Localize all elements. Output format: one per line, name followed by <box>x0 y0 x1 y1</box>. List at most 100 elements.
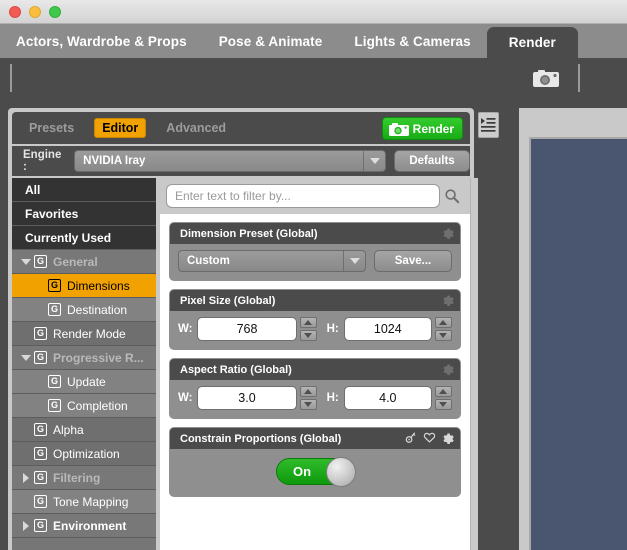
sidebar-item-label: Destination <box>67 302 128 317</box>
pixel-height-input[interactable]: 1024 <box>343 317 432 341</box>
stepper-up-icon[interactable] <box>299 317 317 328</box>
sidebar-item-favorites[interactable]: Favorites <box>12 202 156 226</box>
pixel-width-input[interactable]: 768 <box>197 317 297 341</box>
close-window-button[interactable] <box>9 5 21 18</box>
dimension-preset-select[interactable]: Custom <box>178 250 366 272</box>
engine-value: NVIDIA Iray <box>83 155 146 167</box>
twisty-right-icon[interactable] <box>20 520 32 531</box>
magnifier-icon[interactable] <box>440 188 464 204</box>
sidebar-item-currently-used[interactable]: Currently Used <box>12 226 156 250</box>
app-window: Actors, Wardrobe & Props Pose & Animate … <box>0 0 627 550</box>
group-body: On <box>170 449 460 496</box>
group-header: Dimension Preset (Global) <box>170 223 460 244</box>
gear-icon[interactable] <box>441 226 454 242</box>
chevron-down-icon[interactable] <box>363 151 385 171</box>
aspect-width-stepper[interactable] <box>299 386 317 410</box>
sidebar-item-destination[interactable]: G Destination <box>12 298 156 322</box>
group-body: W: 3.0 H: 4.0 <box>170 380 460 418</box>
twisty-down-icon[interactable] <box>20 354 32 361</box>
pixel-width-stepper[interactable] <box>299 317 317 341</box>
sidebar-item-completion[interactable]: G Completion <box>12 394 156 418</box>
pane-tab-advanced[interactable]: Advanced <box>162 119 230 137</box>
gear-icon[interactable] <box>441 431 454 447</box>
sidebar-item-label: Completion <box>67 398 128 413</box>
sidebar-item-label: Tone Mapping <box>53 494 129 509</box>
sidebar-item-label: All <box>25 182 41 197</box>
sidebar-item-label: Progressive R... <box>53 350 144 365</box>
viewport-pane <box>519 108 627 550</box>
filter-input[interactable]: Enter text to filter by... <box>166 184 440 208</box>
key-icon[interactable] <box>405 431 418 447</box>
sidebar-item-label: Environment <box>53 518 127 533</box>
sidebar-item-update[interactable]: G Update <box>12 370 156 394</box>
tab-lights-cameras[interactable]: Lights & Cameras <box>338 24 486 58</box>
stepper-down-icon[interactable] <box>299 330 317 341</box>
group-header: Constrain Proportions (Global) <box>170 428 460 449</box>
twisty-right-icon[interactable] <box>20 472 32 483</box>
tab-pose-animate[interactable]: Pose & Animate <box>203 24 339 58</box>
sidebar-item-alpha[interactable]: G Alpha <box>12 418 156 442</box>
engine-select[interactable]: NVIDIA Iray <box>74 150 386 172</box>
pane-tab-editor[interactable]: Editor <box>94 118 147 138</box>
twisty-down-icon[interactable] <box>20 258 32 265</box>
pane-options-icon[interactable] <box>478 112 499 138</box>
aspect-height-input[interactable]: 4.0 <box>343 386 432 410</box>
sidebar-item-label: Dimensions <box>67 278 130 293</box>
toolbar-divider-left <box>10 64 12 92</box>
engine-label: Engine : <box>23 149 62 173</box>
aspect-height-stepper[interactable] <box>434 386 452 410</box>
node-icon: G <box>48 375 61 388</box>
render-settings-pane: Presets Editor Advanced Render Engine: … <box>8 108 478 550</box>
toolbar-divider-right <box>578 64 580 92</box>
group-header: Aspect Ratio (Global) <box>170 359 460 380</box>
sidebar-item-dimensions[interactable]: G Dimensions <box>12 274 156 298</box>
render-button[interactable]: Render <box>382 117 463 140</box>
minimize-window-button[interactable] <box>29 5 41 18</box>
sidebar-item-optimization[interactable]: G Optimization <box>12 442 156 466</box>
toggle-knob[interactable] <box>326 457 356 487</box>
sidebar-item-progressive-rendering[interactable]: G Progressive R... <box>12 346 156 370</box>
render-viewport[interactable] <box>529 137 627 550</box>
sidebar-item-all[interactable]: All <box>12 178 156 202</box>
heart-icon[interactable] <box>423 431 436 447</box>
group-constrain-proportions: Constrain Proportions (Global) On <box>169 427 461 497</box>
stepper-up-icon[interactable] <box>299 386 317 397</box>
camera-icon[interactable] <box>533 68 559 88</box>
sidebar-item-general[interactable]: G General <box>12 250 156 274</box>
defaults-button[interactable]: Defaults <box>394 150 470 172</box>
aspect-width-input[interactable]: 3.0 <box>197 386 297 410</box>
sidebar-item-render-mode[interactable]: G Render Mode <box>12 322 156 346</box>
tab-render[interactable]: Render <box>486 27 578 58</box>
sidebar-item-filtering[interactable]: G Filtering <box>12 466 156 490</box>
group-body: W: 768 H: 1024 <box>170 311 460 349</box>
pane-tab-bar: Presets Editor Advanced Render <box>12 112 470 144</box>
pixel-height-stepper[interactable] <box>434 317 452 341</box>
stepper-up-icon[interactable] <box>434 386 452 397</box>
stepper-down-icon[interactable] <box>434 330 452 341</box>
pixel-width-label: W: <box>178 323 193 335</box>
constrain-proportions-toggle[interactable]: On <box>276 457 356 487</box>
group-title: Pixel Size (Global) <box>180 294 276 307</box>
pixel-height-label: H: <box>326 323 339 335</box>
tab-actors-wardrobe-props[interactable]: Actors, Wardrobe & Props <box>0 24 203 58</box>
gear-icon[interactable] <box>441 362 454 378</box>
stepper-up-icon[interactable] <box>434 317 452 328</box>
chevron-down-icon[interactable] <box>343 251 365 271</box>
settings-tree[interactable]: All Favorites Currently Used G General G… <box>12 178 156 550</box>
node-icon: G <box>48 279 61 292</box>
sidebar-item-label: General <box>53 254 98 269</box>
stepper-down-icon[interactable] <box>434 399 452 410</box>
group-aspect-ratio: Aspect Ratio (Global) W: 3.0 H: 4.0 <box>169 358 461 419</box>
gear-icon[interactable] <box>441 293 454 309</box>
zoom-window-button[interactable] <box>49 5 61 18</box>
save-preset-button[interactable]: Save... <box>374 250 452 272</box>
content-scrollbar[interactable] <box>470 178 478 550</box>
main-tab-bar: Actors, Wardrobe & Props Pose & Animate … <box>0 24 627 58</box>
sidebar-item-label: Render Mode <box>53 326 126 341</box>
pane-tab-presets[interactable]: Presets <box>25 119 78 137</box>
render-button-label: Render <box>412 121 454 136</box>
sidebar-item-tone-mapping[interactable]: G Tone Mapping <box>12 490 156 514</box>
stepper-down-icon[interactable] <box>299 399 317 410</box>
sidebar-item-environment[interactable]: G Environment <box>12 514 156 538</box>
tab-bar-spacer <box>578 24 627 58</box>
